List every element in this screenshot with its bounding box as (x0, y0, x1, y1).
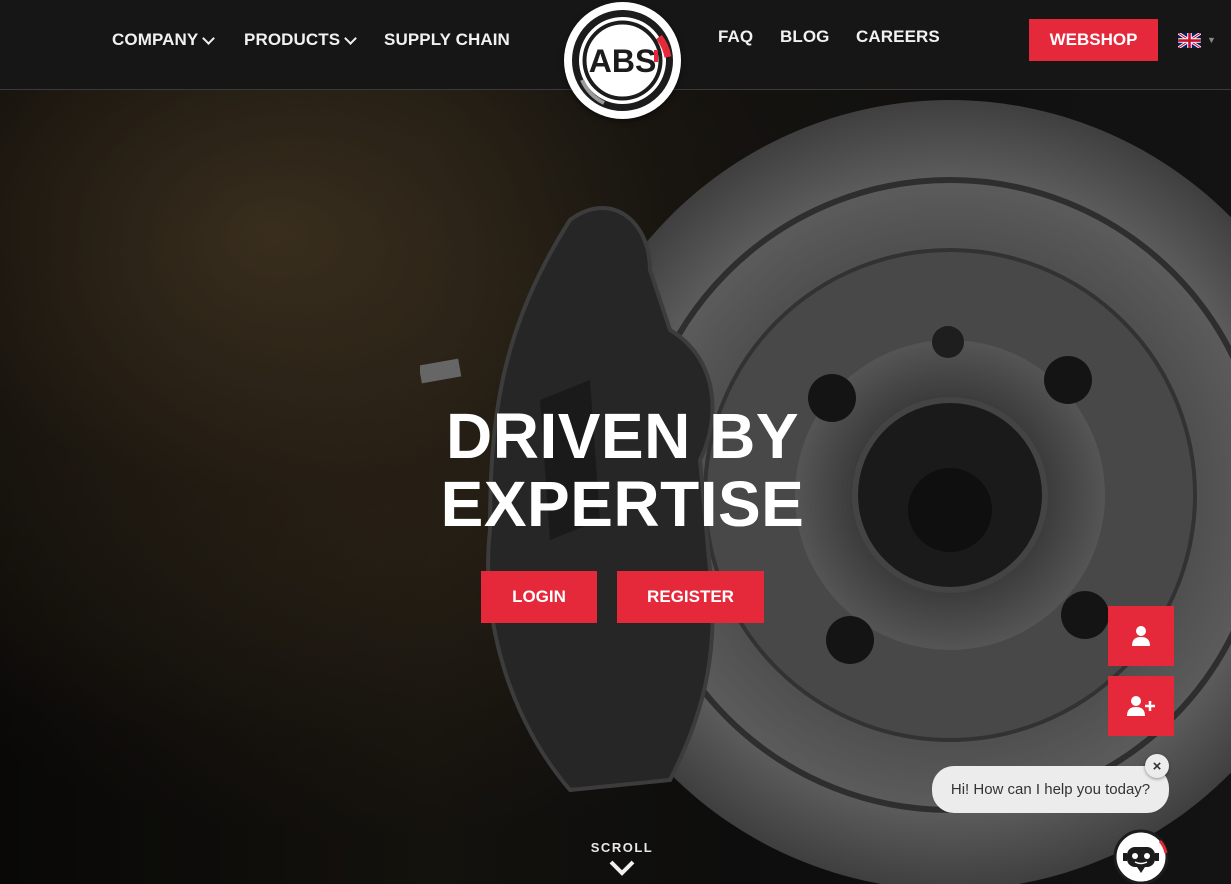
webshop-button[interactable]: WEBSHOP (1029, 19, 1158, 61)
headline-line-1: DRIVEN BY (446, 400, 799, 472)
nav-faq-label: FAQ (718, 27, 754, 46)
scroll-label[interactable]: SCROLL (571, 840, 673, 855)
register-side-button[interactable] (1108, 676, 1174, 736)
login-side-button[interactable] (1108, 606, 1174, 666)
user-plus-icon (1127, 696, 1155, 716)
nav-products-label: PRODUCTS (244, 30, 341, 49)
nav-company-label: COMPANY (112, 30, 199, 49)
abs-logo[interactable]: ABS (564, 2, 681, 119)
abs-logo-graphic: ABS (568, 6, 677, 115)
close-icon[interactable]: × (1145, 754, 1169, 778)
register-button[interactable]: REGISTER (617, 571, 764, 623)
nav-supply-chain[interactable]: SUPPLY CHAIN (384, 30, 510, 50)
language-caret-icon[interactable]: ▼ (1207, 35, 1216, 45)
uk-flag-icon[interactable] (1178, 33, 1201, 48)
user-icon (1132, 626, 1150, 646)
login-button[interactable]: LOGIN (481, 571, 597, 623)
headline-line-2: EXPERTISE (440, 468, 805, 540)
logo-text: ABS (589, 43, 657, 79)
chevron-down-icon (202, 31, 216, 45)
nav-blog-label: BLOG (780, 27, 830, 46)
chevron-down-icon (344, 31, 358, 45)
chevron-down-icon[interactable] (609, 858, 635, 878)
nav-supply-chain-label: SUPPLY CHAIN (384, 30, 510, 49)
nav-careers[interactable]: CAREERS (856, 27, 940, 47)
nav-products[interactable]: PRODUCTS (244, 30, 358, 50)
nav-faq[interactable]: FAQ (718, 27, 753, 47)
nav-careers-label: CAREERS (856, 27, 940, 46)
nav-company[interactable]: COMPANY (112, 30, 216, 50)
hero-headline: DRIVEN BY EXPERTISE (0, 402, 1231, 538)
nav-blog[interactable]: BLOG (780, 27, 830, 47)
chat-greeting-bubble[interactable]: Hi! How can I help you today? (932, 766, 1169, 813)
chatbot-icon[interactable] (1113, 829, 1169, 884)
